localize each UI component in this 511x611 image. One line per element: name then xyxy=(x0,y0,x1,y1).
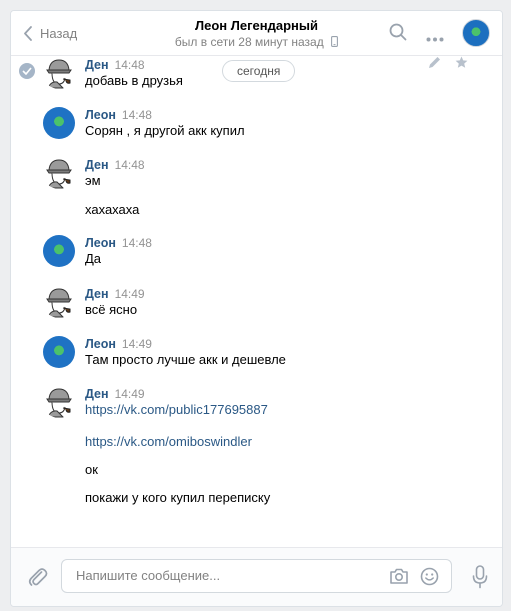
microphone-icon[interactable] xyxy=(472,565,488,592)
more-icon[interactable] xyxy=(426,30,444,45)
author-name[interactable]: Леон xyxy=(85,337,116,351)
message-meta: Леон 14:48 xyxy=(85,107,152,122)
chat-window: Назад Леон Легендарный был в сети 28 мин… xyxy=(10,10,503,607)
message-text: покажи у кого купил переписку xyxy=(85,490,271,505)
search-icon[interactable] xyxy=(389,23,407,44)
message-text: хахахаха xyxy=(85,202,140,217)
message-time[interactable]: 14:49 xyxy=(115,387,145,401)
message-input-box[interactable] xyxy=(61,559,452,593)
message-meta: Леон 14:48 xyxy=(85,235,152,250)
message-meta: Ден 14:49 xyxy=(85,286,145,301)
emoji-icon[interactable] xyxy=(420,567,439,589)
star-icon[interactable] xyxy=(455,56,468,72)
message-text: добавь в друзья xyxy=(85,73,183,88)
message-meta: Леон 14:49 xyxy=(85,336,152,351)
camera-icon[interactable] xyxy=(389,567,409,588)
selected-check-icon[interactable] xyxy=(19,63,35,79)
message-time[interactable]: 14:48 xyxy=(122,236,152,250)
message-input[interactable] xyxy=(74,567,378,584)
chat-header: Назад Леон Легендарный был в сети 28 мин… xyxy=(11,11,502,56)
avatar[interactable] xyxy=(43,386,75,418)
author-name[interactable]: Ден xyxy=(85,387,109,401)
message-time[interactable]: 14:48 xyxy=(122,108,152,122)
message-text: ок xyxy=(85,462,98,477)
message-list[interactable]: сегодня Ден 14:48 добавь в друзья Леон 1… xyxy=(11,56,502,548)
avatar[interactable] xyxy=(43,157,75,189)
avatar[interactable] xyxy=(43,107,75,139)
message-link[interactable]: https://vk.com/omiboswindler xyxy=(85,434,252,449)
message-time[interactable]: 14:49 xyxy=(122,337,152,351)
attach-icon[interactable] xyxy=(27,566,49,591)
message-text: Да xyxy=(85,251,102,266)
mobile-icon xyxy=(331,36,339,47)
detective-icon xyxy=(46,288,72,318)
message-meta: Ден 14:48 xyxy=(85,157,145,172)
message-text: эм xyxy=(85,173,101,188)
online-status-text: был в сети 28 минут назад xyxy=(174,35,324,49)
message-text: Там просто лучше акк и дешевле xyxy=(85,352,286,367)
message-text: Сорян , я другой акк купил xyxy=(85,123,245,138)
message-link[interactable]: https://vk.com/public177695887 xyxy=(85,402,268,417)
message-time[interactable]: 14:48 xyxy=(115,58,145,72)
message-composer xyxy=(11,547,502,606)
detective-icon xyxy=(46,159,72,189)
detective-icon xyxy=(46,59,72,89)
message-text: всё ясно xyxy=(85,302,138,317)
date-separator: сегодня xyxy=(222,60,296,82)
header-avatar[interactable] xyxy=(462,19,490,47)
avatar[interactable] xyxy=(43,336,75,368)
message-time[interactable]: 14:49 xyxy=(115,287,145,301)
author-name[interactable]: Леон xyxy=(85,108,116,122)
avatar[interactable] xyxy=(43,235,75,267)
message-meta: Ден 14:48 xyxy=(85,57,145,72)
avatar[interactable] xyxy=(43,286,75,318)
message-actions xyxy=(428,56,468,72)
author-name[interactable]: Леон xyxy=(85,236,116,250)
author-name[interactable]: Ден xyxy=(85,287,109,301)
edit-icon[interactable] xyxy=(428,56,441,72)
detective-icon xyxy=(46,388,72,418)
avatar[interactable] xyxy=(43,57,75,89)
author-name[interactable]: Ден xyxy=(85,158,109,172)
message-time[interactable]: 14:48 xyxy=(115,158,145,172)
message-meta: Ден 14:49 xyxy=(85,386,145,401)
author-name[interactable]: Ден xyxy=(85,58,109,72)
